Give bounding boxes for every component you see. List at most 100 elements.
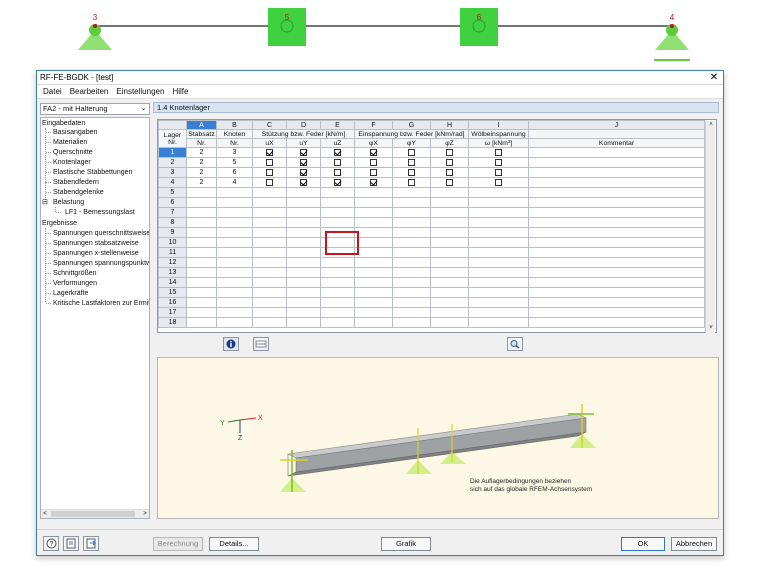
nav-item-spannungen-stabsatzweise[interactable]: Spannungen stabsatzweise xyxy=(53,239,139,248)
nav-item-spannungen-spannungspunktweise[interactable]: Spannungen spannungspunktw xyxy=(53,259,149,268)
empty-cell[interactable] xyxy=(354,297,393,308)
empty-cell[interactable] xyxy=(430,187,469,198)
table-tool-button[interactable] xyxy=(253,337,269,351)
row-number[interactable]: 7 xyxy=(158,207,187,218)
empty-cell[interactable] xyxy=(320,207,355,218)
table-row[interactable]: 5 xyxy=(158,187,705,198)
empty-cell[interactable] xyxy=(286,247,321,258)
checkbox-phiz[interactable] xyxy=(446,158,453,166)
table-row[interactable]: 424 xyxy=(158,177,705,188)
cell-knoten[interactable]: 3 xyxy=(216,147,253,158)
empty-cell[interactable] xyxy=(186,267,217,278)
empty-cell[interactable] xyxy=(392,207,431,218)
empty-cell[interactable] xyxy=(320,287,355,298)
empty-cell[interactable] xyxy=(430,287,469,298)
checkbox-phiz[interactable] xyxy=(446,148,453,156)
checkbox-phix[interactable] xyxy=(370,178,377,186)
col-letter-a[interactable]: A xyxy=(186,120,217,130)
checkbox-uz[interactable] xyxy=(334,178,341,186)
table-row[interactable]: 17 xyxy=(158,307,705,318)
empty-cell[interactable] xyxy=(216,187,253,198)
empty-cell[interactable] xyxy=(252,317,287,328)
empty-cell[interactable] xyxy=(320,307,355,318)
empty-cell[interactable] xyxy=(186,197,217,208)
table-row[interactable]: 123 xyxy=(158,147,705,158)
table-row[interactable]: 16 xyxy=(158,297,705,308)
empty-cell[interactable] xyxy=(354,277,393,288)
empty-cell[interactable] xyxy=(468,197,529,208)
nav-item-verformungen[interactable]: Verformungen xyxy=(53,279,97,288)
nav-section-ergebnisse[interactable]: Ergebnisse xyxy=(42,219,77,228)
empty-cell[interactable] xyxy=(430,317,469,328)
spring-node-5[interactable]: 5 xyxy=(268,8,306,46)
checkbox-ux[interactable] xyxy=(266,158,273,166)
empty-cell[interactable] xyxy=(468,187,529,198)
empty-cell[interactable] xyxy=(216,207,253,218)
checkbox-phix[interactable] xyxy=(370,148,377,156)
empty-cell[interactable] xyxy=(528,207,705,218)
checkbox-omega[interactable] xyxy=(495,158,502,166)
row-number[interactable]: 4 xyxy=(158,177,187,188)
cell-knoten[interactable]: 4 xyxy=(216,177,253,188)
empty-cell[interactable] xyxy=(216,217,253,228)
info-button[interactable] xyxy=(223,337,239,351)
empty-cell[interactable] xyxy=(392,297,431,308)
empty-cell[interactable] xyxy=(354,187,393,198)
empty-cell[interactable] xyxy=(286,277,321,288)
support-node-4[interactable]: 4 xyxy=(654,13,690,61)
table-row[interactable]: 225 xyxy=(158,157,705,168)
empty-cell[interactable] xyxy=(286,307,321,318)
empty-cell[interactable] xyxy=(216,307,253,318)
nav-item-basisangaben[interactable]: Basisangaben xyxy=(53,128,97,137)
empty-cell[interactable] xyxy=(252,247,287,258)
empty-cell[interactable] xyxy=(392,317,431,328)
close-icon[interactable]: ✕ xyxy=(705,71,723,85)
empty-cell[interactable] xyxy=(468,227,529,238)
col-letter-e[interactable]: E xyxy=(320,120,355,130)
cell-stabsatz[interactable]: 2 xyxy=(186,177,217,188)
menu-einstellungen[interactable]: Einstellungen xyxy=(112,87,168,96)
col-letter-c[interactable]: C xyxy=(252,120,287,130)
empty-cell[interactable] xyxy=(186,277,217,288)
empty-cell[interactable] xyxy=(528,277,705,288)
cell-kommentar[interactable] xyxy=(528,147,705,158)
empty-cell[interactable] xyxy=(392,217,431,228)
checkbox-uy[interactable] xyxy=(300,178,307,186)
checkbox-uy[interactable] xyxy=(300,168,307,176)
empty-cell[interactable] xyxy=(320,257,355,268)
empty-cell[interactable] xyxy=(354,227,393,238)
empty-cell[interactable] xyxy=(286,287,321,298)
empty-cell[interactable] xyxy=(392,277,431,288)
table-row[interactable]: 11 xyxy=(158,247,705,258)
checkbox-phiz[interactable] xyxy=(446,168,453,176)
row-number[interactable]: 1 xyxy=(158,147,187,158)
table-row[interactable]: 6 xyxy=(158,197,705,208)
scroll-down-icon[interactable]: ˅ xyxy=(706,324,716,333)
col-letter-b[interactable]: B xyxy=(216,120,253,130)
empty-cell[interactable] xyxy=(468,287,529,298)
empty-cell[interactable] xyxy=(252,267,287,278)
row-number[interactable]: 5 xyxy=(158,187,187,198)
empty-cell[interactable] xyxy=(186,207,217,218)
empty-cell[interactable] xyxy=(252,297,287,308)
empty-cell[interactable] xyxy=(320,277,355,288)
spring-node-6[interactable]: 6 xyxy=(460,8,498,46)
empty-cell[interactable] xyxy=(320,187,355,198)
empty-cell[interactable] xyxy=(186,217,217,228)
checkbox-ux[interactable] xyxy=(266,168,273,176)
checkbox-uy[interactable] xyxy=(300,158,307,166)
empty-cell[interactable] xyxy=(528,267,705,278)
empty-cell[interactable] xyxy=(528,257,705,268)
empty-cell[interactable] xyxy=(528,287,705,298)
empty-cell[interactable] xyxy=(216,197,253,208)
col-letter-i[interactable]: I xyxy=(468,120,529,130)
checkbox-phiy[interactable] xyxy=(408,178,415,186)
table-vscrollbar[interactable]: ˄ ˅ xyxy=(705,121,715,333)
empty-cell[interactable] xyxy=(468,217,529,228)
empty-cell[interactable] xyxy=(392,257,431,268)
empty-cell[interactable] xyxy=(528,197,705,208)
empty-cell[interactable] xyxy=(252,187,287,198)
checkbox-uz[interactable] xyxy=(334,168,341,176)
navigator-hscrollbar[interactable]: < > xyxy=(41,509,149,518)
empty-cell[interactable] xyxy=(468,237,529,248)
